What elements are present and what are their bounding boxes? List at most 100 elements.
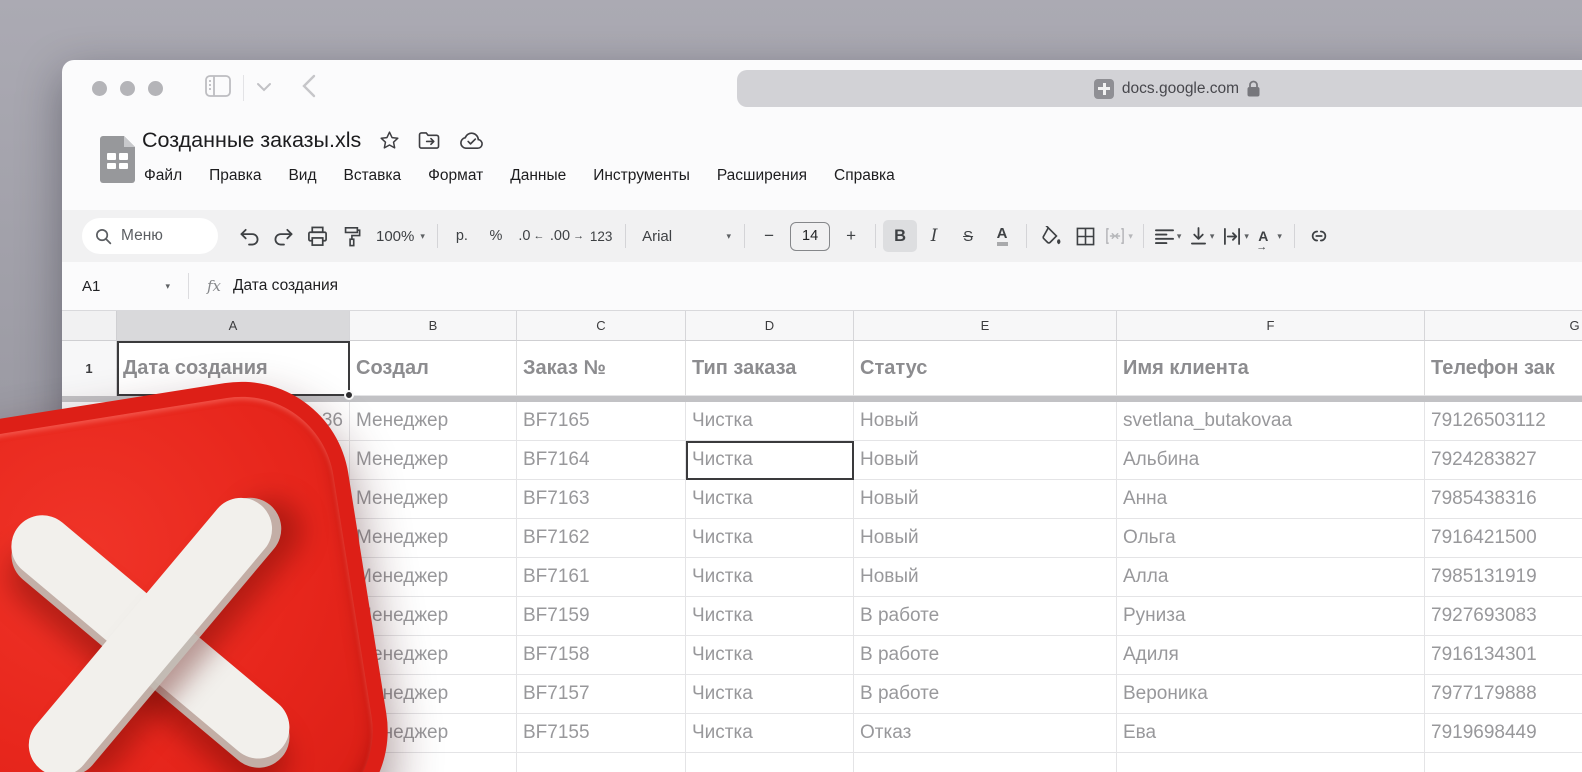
close-window-button[interactable]: [92, 80, 107, 96]
cell[interactable]: [517, 753, 686, 772]
cell[interactable]: 7916134301: [1425, 636, 1582, 675]
cell[interactable]: [1425, 753, 1582, 772]
menu-data[interactable]: Данные: [510, 167, 566, 185]
cell[interactable]: [686, 753, 854, 772]
cell[interactable]: Отказ: [854, 714, 1117, 753]
cell[interactable]: BF7165: [517, 402, 686, 441]
redo-button[interactable]: [266, 220, 300, 252]
italic-button[interactable]: I: [917, 220, 951, 252]
decrease-decimal-button[interactable]: .0 ←: [513, 220, 547, 252]
column-header-a[interactable]: A: [117, 311, 350, 341]
vertical-align-button[interactable]: ▾: [1185, 220, 1219, 252]
cell[interactable]: 7985131919: [1425, 558, 1582, 597]
cell[interactable]: BF7155: [517, 714, 686, 753]
cell[interactable]: Менеджер: [350, 519, 517, 558]
minimize-window-button[interactable]: [120, 80, 135, 96]
select-all-corner[interactable]: [62, 311, 117, 341]
cell[interactable]: Чистка: [686, 714, 854, 753]
cell[interactable]: Чистка: [686, 597, 854, 636]
cell[interactable]: Заказ №: [517, 341, 686, 396]
cell[interactable]: Алла: [1117, 558, 1425, 597]
menu-format[interactable]: Формат: [428, 167, 483, 185]
increase-decimal-button[interactable]: .00 →: [547, 220, 584, 252]
font-family-select[interactable]: Arial ▾: [633, 220, 737, 252]
print-button[interactable]: [300, 220, 334, 252]
document-title[interactable]: Созданные заказы.xls: [142, 128, 361, 153]
cell[interactable]: Чистка: [686, 519, 854, 558]
cell[interactable]: 7985438316: [1425, 480, 1582, 519]
star-icon[interactable]: [379, 130, 400, 151]
cell[interactable]: Вероника: [1117, 675, 1425, 714]
menu-extensions[interactable]: Расширения: [717, 167, 807, 185]
menu-help[interactable]: Справка: [834, 167, 895, 185]
undo-button[interactable]: [232, 220, 266, 252]
cell[interactable]: Анна: [1117, 480, 1425, 519]
bold-button[interactable]: B: [883, 220, 918, 252]
cell[interactable]: Телефон зак: [1425, 341, 1582, 396]
row-header[interactable]: 1: [62, 341, 117, 396]
zoom-window-button[interactable]: [148, 80, 163, 96]
chevron-down-icon[interactable]: [256, 79, 272, 97]
cell[interactable]: Новый: [854, 480, 1117, 519]
cell[interactable]: BF7158: [517, 636, 686, 675]
fill-color-button[interactable]: [1034, 220, 1068, 252]
cell[interactable]: Адиля: [1117, 636, 1425, 675]
cell[interactable]: [854, 753, 1117, 772]
menu-search-button[interactable]: Меню: [82, 218, 218, 254]
font-size-input[interactable]: 14: [790, 221, 831, 251]
cell[interactable]: BF7162: [517, 519, 686, 558]
back-icon[interactable]: [302, 74, 316, 103]
cell[interactable]: 7924283827: [1425, 441, 1582, 480]
menu-file[interactable]: Файл: [144, 167, 182, 185]
cell[interactable]: Менеджер: [350, 402, 517, 441]
formula-input[interactable]: Дата создания: [233, 277, 338, 295]
cell[interactable]: 7919698449: [1425, 714, 1582, 753]
borders-button[interactable]: [1068, 220, 1102, 252]
cell[interactable]: Тип заказа: [686, 341, 854, 396]
move-folder-icon[interactable]: [418, 131, 441, 150]
cell[interactable]: В работе: [854, 636, 1117, 675]
fill-handle[interactable]: [344, 390, 354, 400]
cell[interactable]: Чистка: [686, 558, 854, 597]
cell[interactable]: svetlana_butakovaa: [1117, 402, 1425, 441]
cell[interactable]: Менеджер: [350, 480, 517, 519]
cell[interactable]: BF7161: [517, 558, 686, 597]
cell[interactable]: Руниза: [1117, 597, 1425, 636]
cloud-check-icon[interactable]: [459, 131, 484, 150]
percent-format-button[interactable]: %: [479, 220, 513, 252]
cell[interactable]: Имя клиента: [1117, 341, 1425, 396]
column-header-f[interactable]: F: [1117, 311, 1425, 341]
cell[interactable]: 7916421500: [1425, 519, 1582, 558]
cell[interactable]: Альбина: [1117, 441, 1425, 480]
cell[interactable]: Новый: [854, 441, 1117, 480]
increase-font-size-button[interactable]: +: [834, 220, 868, 252]
insert-link-button[interactable]: [1302, 220, 1336, 252]
cell[interactable]: Чистка: [686, 675, 854, 714]
column-header-d[interactable]: D: [686, 311, 854, 341]
strikethrough-button[interactable]: S: [951, 220, 985, 252]
cell[interactable]: Менеджер: [350, 597, 517, 636]
currency-format-button[interactable]: р.: [445, 220, 479, 252]
column-header-e[interactable]: E: [854, 311, 1117, 341]
column-header-c[interactable]: C: [517, 311, 686, 341]
paint-format-button[interactable]: [334, 220, 368, 252]
cell[interactable]: Статус: [854, 341, 1117, 396]
cell[interactable]: Чистка: [686, 480, 854, 519]
text-rotation-button[interactable]: A ▾: [1253, 220, 1287, 253]
cell[interactable]: BF7159: [517, 597, 686, 636]
cell[interactable]: 7977179888: [1425, 675, 1582, 714]
text-wrap-button[interactable]: ▾: [1219, 220, 1253, 252]
menu-view[interactable]: Вид: [288, 167, 316, 185]
sidebar-toggle-icon[interactable]: [205, 74, 231, 102]
cell[interactable]: Менеджер: [350, 558, 517, 597]
name-box[interactable]: A1 ▾: [62, 278, 180, 295]
cell[interactable]: [1117, 753, 1425, 772]
more-formats-button[interactable]: 123: [584, 220, 618, 252]
cell[interactable]: Чистка: [686, 441, 854, 480]
cell[interactable]: Новый: [854, 402, 1117, 441]
cell[interactable]: В работе: [854, 675, 1117, 714]
zoom-select[interactable]: 100% ▾: [368, 220, 430, 252]
column-header-g[interactable]: G: [1425, 311, 1582, 341]
cell[interactable]: Ева: [1117, 714, 1425, 753]
cell[interactable]: 7927693083: [1425, 597, 1582, 636]
